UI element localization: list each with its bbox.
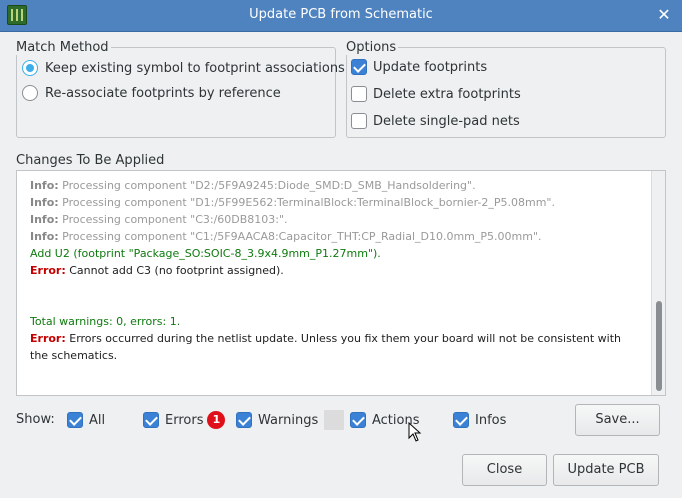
radio-keep-associations-label: Keep existing symbol to footprint associ…: [45, 60, 345, 76]
filter-infos[interactable]: Infos: [453, 410, 506, 430]
filter-all-label: All: [89, 412, 106, 428]
filter-errors-label: Errors: [165, 412, 204, 428]
delete-extra-footprints-label: Delete extra footprints: [373, 86, 521, 102]
log-line-info: Info: Processing component "D1:/5F99E562…: [30, 194, 640, 211]
filter-warnings[interactable]: Warnings: [236, 410, 345, 430]
log-line-info: Info: Processing component "C3:/60DB8103…: [30, 211, 640, 228]
delete-single-pad-nets-label: Delete single-pad nets: [373, 113, 520, 129]
check-delete-single-pad-nets[interactable]: Delete single-pad nets: [351, 111, 520, 131]
filter-errors[interactable]: Errors 1: [143, 410, 226, 430]
log-line-blank: [30, 296, 640, 313]
checkbox-checked[interactable]: [67, 412, 83, 428]
show-label: Show:: [16, 412, 55, 427]
log-line-prefix: Info:: [30, 196, 59, 209]
options-title: Options: [344, 40, 399, 55]
log-line-text: Add U2 (footprint "Package_SO:SOIC-8_3.9…: [30, 247, 381, 260]
update-pcb-button[interactable]: Update PCB: [553, 454, 659, 486]
warning-count-indicator: [324, 410, 345, 430]
close-button[interactable]: Close: [462, 454, 547, 486]
log-line-action: Total warnings: 0, errors: 1.: [30, 313, 640, 330]
filter-all[interactable]: All: [67, 410, 105, 430]
checkbox-checked[interactable]: [350, 412, 366, 428]
checkbox[interactable]: [351, 86, 367, 102]
log-line-action: Add U2 (footprint "Package_SO:SOIC-8_3.9…: [30, 245, 640, 262]
log-line-text: Processing component "D2:/5F9A9245:Diode…: [62, 179, 476, 192]
filter-infos-label: Infos: [475, 412, 507, 428]
log-line-prefix: Error:: [30, 332, 66, 345]
check-update-footprints[interactable]: Update footprints: [351, 57, 487, 77]
update-footprints-label: Update footprints: [373, 59, 488, 75]
radio-button[interactable]: [22, 85, 38, 101]
save-report-button[interactable]: Save...: [575, 404, 660, 436]
title-bar: Update PCB from Schematic ✕: [0, 0, 682, 32]
radio-keep-associations[interactable]: Keep existing symbol to footprint associ…: [22, 58, 345, 78]
log-line-text: Total warnings: 0, errors: 1.: [30, 315, 181, 328]
filter-warnings-label: Warnings: [258, 412, 319, 428]
log-line-text: Processing component "C1:/5F9AACA8:Capac…: [62, 230, 542, 243]
log-line-info: Info: Processing component "D2:/5F9A9245…: [30, 177, 640, 194]
checkbox[interactable]: [351, 113, 367, 129]
radio-reassociate-by-reference[interactable]: Re-associate footprints by reference: [22, 83, 281, 103]
log-line-prefix: Info:: [30, 213, 59, 226]
log-line-text: Processing component "D1:/5F99E562:Termi…: [62, 196, 555, 209]
scrollbar-thumb[interactable]: [656, 301, 662, 391]
log-lines: Info: Processing component "D2:/5F9A9245…: [30, 177, 640, 364]
checkbox-checked[interactable]: [236, 412, 252, 428]
log-line-info: Info: Processing component "C1:/5F9AACA8…: [30, 228, 640, 245]
match-method-title: Match Method: [14, 40, 111, 55]
window-title: Update PCB from Schematic: [249, 7, 433, 22]
changes-title: Changes To Be Applied: [16, 153, 165, 168]
close-window-icon[interactable]: ✕: [654, 5, 674, 25]
log-line-prefix: Error:: [30, 264, 66, 277]
mouse-cursor-icon: [408, 422, 422, 442]
radio-reassociate-label: Re-associate footprints by reference: [45, 85, 281, 101]
changes-log[interactable]: Info: Processing component "D2:/5F9A9245…: [16, 170, 666, 396]
log-line-blank: [30, 279, 640, 296]
log-line-prefix: Info:: [30, 179, 59, 192]
log-scrollbar[interactable]: [651, 171, 665, 395]
checkbox-checked[interactable]: [453, 412, 469, 428]
log-line-text: Cannot add C3 (no footprint assigned).: [69, 264, 284, 277]
log-line-text: Errors occurred during the netlist updat…: [30, 332, 622, 362]
check-delete-extra-footprints[interactable]: Delete extra footprints: [351, 84, 521, 104]
checkbox-checked[interactable]: [351, 59, 367, 75]
log-line-error: Error: Errors occurred during the netlis…: [30, 330, 640, 364]
checkbox-checked[interactable]: [143, 412, 159, 428]
log-line-text: Processing component "C3:/60DB8103:".: [62, 213, 288, 226]
radio-button-selected[interactable]: [22, 60, 38, 76]
log-line-error: Error: Cannot add C3 (no footprint assig…: [30, 262, 640, 279]
error-count-badge: 1: [207, 411, 226, 429]
log-line-prefix: Info:: [30, 230, 59, 243]
